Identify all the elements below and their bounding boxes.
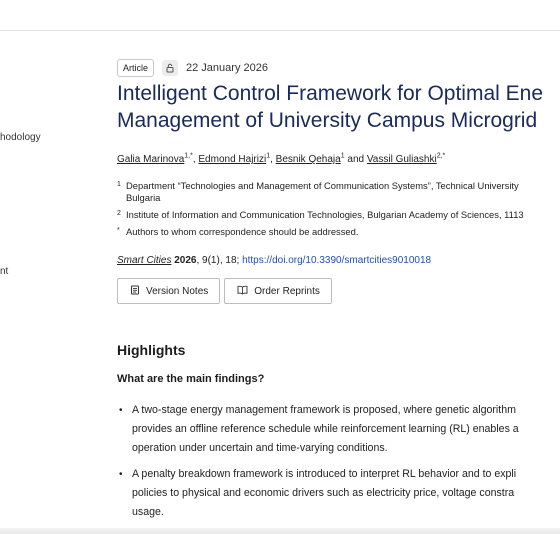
- doi-link[interactable]: https://doi.org/10.3390/smartcities90100…: [242, 255, 431, 266]
- author-link[interactable]: Besnik Qehaja: [276, 154, 341, 165]
- citation-volume: , 9(1), 18;: [196, 255, 243, 266]
- affiliation-item: * Authors to whom correspondence should …: [117, 226, 524, 238]
- affiliation-mark: 1: [117, 181, 121, 188]
- highlights-subheading: What are the main findings?: [117, 373, 265, 385]
- title-line-2: Management of University Campus Microgri…: [117, 109, 538, 132]
- citation-line: Smart Cities 2026, 9(1), 18; https://doi…: [117, 255, 431, 266]
- article-meta-row: Article 22 January 2026: [117, 59, 268, 77]
- affiliation-item: 1 Department “Technologies and Managemen…: [117, 180, 524, 192]
- list-item: • A two-stage energy management framewor…: [117, 401, 560, 458]
- document-icon: [130, 285, 140, 298]
- bottom-scroll-shadow: [0, 528, 560, 534]
- left-navigation: hodology nt: [0, 0, 100, 534]
- author-link[interactable]: Edmond Hajrizi: [198, 154, 266, 165]
- affiliation-item: 2 Institute of Information and Communica…: [117, 209, 524, 221]
- open-book-icon: [237, 285, 248, 298]
- affiliation-text: Institute of Information and Communicati…: [126, 209, 524, 220]
- bullet-line: A penalty breakdown framework is introdu…: [132, 468, 517, 480]
- author-list: Galia Marinova1,*, Edmond Hajrizi 1, Besn…: [117, 153, 445, 167]
- affiliation-text: Department “Technologies and Management …: [126, 180, 519, 191]
- open-access-icon: [162, 60, 179, 76]
- author-and: and: [347, 154, 365, 165]
- affiliation-mark: 2: [117, 210, 121, 217]
- publication-date: 22 January 2026: [186, 62, 268, 74]
- highlights-list: • A two-stage energy management framewor…: [117, 401, 560, 522]
- bullet-dot: •: [119, 405, 123, 416]
- correspondence-note: Authors to whom correspondence should be…: [126, 226, 359, 237]
- author-link[interactable]: Vassil Guliashki: [367, 154, 437, 165]
- author-affiliation-sup: 2,*: [436, 152, 446, 160]
- nav-item-methodology[interactable]: hodology: [0, 132, 41, 143]
- bullet-line: provides an offline reference schedule w…: [132, 423, 519, 435]
- affiliation-mark: *: [117, 227, 120, 234]
- order-reprints-label: Order Reprints: [254, 285, 320, 297]
- author-link[interactable]: Galia Marinova: [117, 154, 184, 165]
- highlights-heading: Highlights: [117, 342, 186, 358]
- article-type-tag: Article: [117, 59, 155, 77]
- version-notes-button[interactable]: Version Notes: [117, 278, 221, 304]
- version-notes-label: Version Notes: [146, 285, 209, 297]
- article-main: Article 22 January 2026 Intelligent Cont…: [117, 0, 560, 534]
- citation-year: 2026: [174, 255, 197, 266]
- journal-link[interactable]: Smart Cities: [117, 255, 171, 266]
- bullet-line: A two-stage energy management framework …: [132, 404, 516, 416]
- author-affiliation-sup: 1: [340, 152, 345, 160]
- bullet-line: policies to physical and economic driver…: [132, 487, 515, 499]
- nav-item-partial[interactable]: nt: [0, 266, 8, 277]
- title-line-1: Intelligent Control Framework for Optima…: [117, 82, 543, 105]
- bullet-dot: •: [119, 469, 123, 480]
- action-buttons: Version Notes Order Reprints: [117, 278, 332, 304]
- author-separator: ,: [270, 154, 273, 165]
- list-item: • A penalty breakdown framework is intro…: [117, 465, 560, 522]
- article-title: Intelligent Control Framework for Optima…: [117, 80, 560, 134]
- author-affiliation-sup: 1,*: [184, 152, 193, 160]
- author-separator: ,: [192, 154, 196, 165]
- order-reprints-button[interactable]: Order Reprints: [224, 278, 332, 304]
- affiliation-list: 1 Department “Technologies and Managemen…: [117, 180, 524, 243]
- bullet-line: operation under uncertain and time-varyi…: [132, 442, 388, 454]
- affiliation-continuation: Bulgaria: [126, 192, 161, 203]
- bullet-line: usage.: [132, 506, 164, 518]
